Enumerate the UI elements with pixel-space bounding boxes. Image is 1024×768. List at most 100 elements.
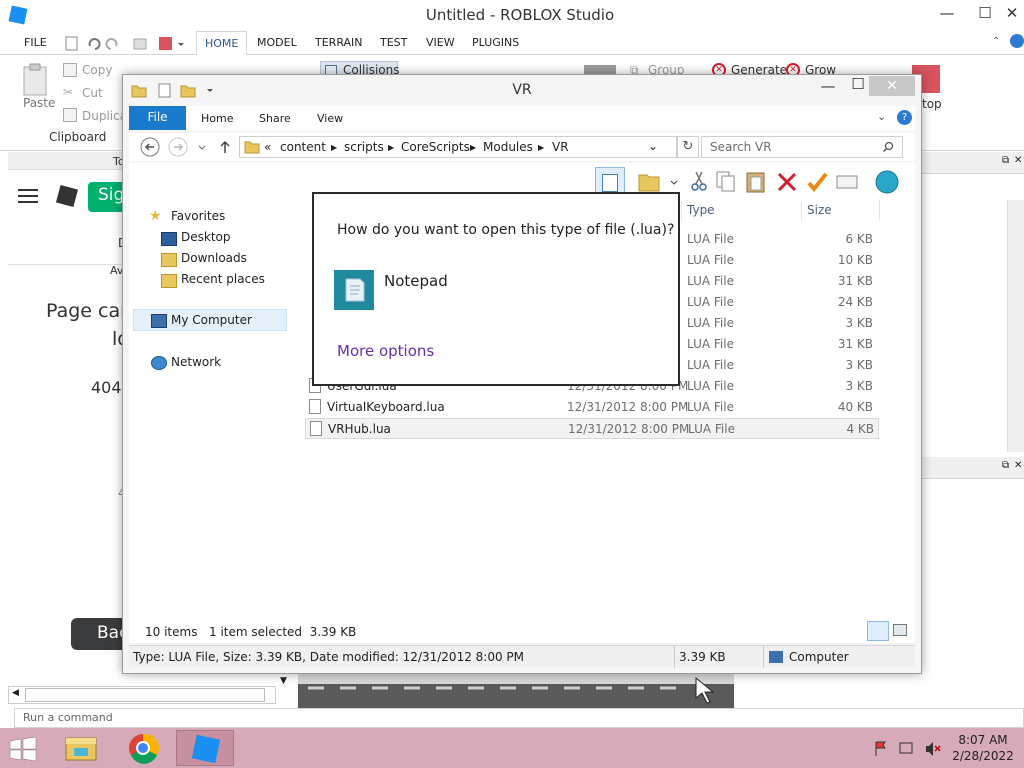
column-header-type[interactable]: Type xyxy=(687,203,715,217)
roblox-logo-icon[interactable] xyxy=(55,184,79,208)
tray-clock-date[interactable]: 2/28/2022 xyxy=(948,749,1018,763)
scroll-left-icon[interactable]: ◀ xyxy=(12,688,19,698)
horizontal-scrollbar[interactable]: ◀ xyxy=(8,686,276,704)
open-with-notepad-option[interactable]: Notepad xyxy=(334,268,664,310)
tab-model[interactable]: MODEL xyxy=(257,36,297,49)
command-bar[interactable]: Run a command xyxy=(14,708,1024,728)
breadcrumb-chevron-icon[interactable]: ▶ xyxy=(331,143,337,152)
action-center-flag-icon xyxy=(875,741,886,756)
dock-float-icon-2[interactable]: ⧉ xyxy=(1002,460,1009,471)
paste-icon[interactable] xyxy=(22,63,50,97)
breadcrumb-corescripts[interactable]: CoreScripts xyxy=(401,140,470,154)
breadcrumb-chevron-icon[interactable]: ▶ xyxy=(538,143,544,152)
explorer-tab-file[interactable]: File xyxy=(129,106,186,130)
more-options-link[interactable]: More options xyxy=(337,342,434,360)
column-separator xyxy=(879,199,880,221)
breadcrumb-scripts[interactable]: scripts xyxy=(344,140,384,154)
taskbar: 8:07 AM 2/28/2022 xyxy=(0,728,1024,768)
tab-home[interactable]: HOME xyxy=(196,31,248,56)
breadcrumb-chevron-icon[interactable]: ▶ xyxy=(470,143,476,152)
error-code: 404 xyxy=(91,378,122,397)
explorer-tab-home[interactable]: Home xyxy=(201,112,233,125)
copy-button[interactable]: Copy xyxy=(82,63,112,77)
explorer-tab-view[interactable]: View xyxy=(317,112,343,125)
up-arrow-icon xyxy=(220,140,230,153)
open-folder-icon xyxy=(638,174,660,192)
windows-start-icon[interactable] xyxy=(8,737,38,761)
tab-plugins[interactable]: PLUGINS xyxy=(472,36,519,49)
ribbon-help-icon[interactable]: ⌃ xyxy=(992,36,1000,47)
file-type: LUA File xyxy=(687,379,734,393)
navigation-pane: ★ Favorites Desktop Downloads Recent pla… xyxy=(129,199,289,619)
cut-button[interactable]: Cut xyxy=(82,86,103,100)
file-size: 3 KB xyxy=(845,316,873,330)
column-header-size[interactable]: Size xyxy=(807,203,832,217)
expand-ribbon-icon[interactable]: ⌄ xyxy=(877,110,886,123)
file-type: LUA File xyxy=(687,253,734,267)
large-icons-view-icon[interactable] xyxy=(893,624,907,636)
tab-test[interactable]: TEST xyxy=(380,36,407,49)
taskbar-file-explorer[interactable] xyxy=(52,730,110,766)
tray-clock-time[interactable]: 8:07 AM xyxy=(948,733,1018,747)
hamburger-menu-icon[interactable] xyxy=(18,189,38,203)
refresh-icon[interactable]: ↻ xyxy=(677,136,699,158)
help-icon[interactable] xyxy=(1010,34,1024,48)
file-size: 40 KB xyxy=(837,400,873,414)
scroll-down-icon[interactable]: ▼ xyxy=(280,676,287,686)
breadcrumb-content[interactable]: content xyxy=(280,140,326,154)
tab-terrain[interactable]: TERRAIN xyxy=(315,36,363,49)
explorer-help-icon[interactable]: ? xyxy=(897,110,912,125)
checkmark-icon xyxy=(807,172,828,193)
search-input[interactable]: Search VR xyxy=(701,136,903,158)
search-icon xyxy=(882,141,894,153)
open-with-dialog: How do you want to open this type of fil… xyxy=(312,192,680,386)
preview-pane-icon xyxy=(602,174,618,192)
studio-close-button[interactable]: ✕ xyxy=(993,0,1024,28)
address-bar[interactable]: « content ▶ scripts ▶ CoreScripts ▶ Modu… xyxy=(239,136,677,158)
breadcrumb-modules[interactable]: Modules xyxy=(483,140,533,154)
nav-my-computer[interactable]: My Computer xyxy=(171,313,252,327)
tab-file[interactable]: FILE xyxy=(24,36,47,49)
system-tray-icons xyxy=(875,741,941,756)
nav-recent-places[interactable]: Recent places xyxy=(181,272,265,286)
scroll-thumb[interactable] xyxy=(25,688,265,702)
open-with-question: How do you want to open this type of fil… xyxy=(337,222,675,238)
file-row-selected[interactable]: VRHub.lua 12/31/2012 8:00 PM LUA File 4 … xyxy=(305,418,879,439)
nav-favorites[interactable]: Favorites xyxy=(171,209,225,223)
notepad-label: Notepad xyxy=(384,272,448,290)
dock-float-icon[interactable]: ⧉ xyxy=(1002,155,1009,166)
notepad-icon xyxy=(334,270,374,310)
explorer-minimize-button[interactable]: — xyxy=(813,73,843,101)
file-type: LUA File xyxy=(687,358,734,372)
nav-network[interactable]: Network xyxy=(171,355,221,369)
status-divider xyxy=(674,646,675,668)
explorer-tab-share[interactable]: Share xyxy=(259,112,291,125)
studio-minimize-button[interactable]: — xyxy=(928,0,966,28)
toolbar-dropdown-icon xyxy=(670,180,678,185)
taskbar-chrome[interactable] xyxy=(114,730,172,766)
file-size: 3 KB xyxy=(845,379,873,393)
address-dropdown-icon[interactable]: ⌄ xyxy=(648,139,658,153)
explorer-ribbon: File Home Share View ⌄ ? xyxy=(129,106,915,130)
paste-button[interactable]: Paste xyxy=(23,96,55,110)
explorer-title: VR xyxy=(512,82,532,98)
file-row[interactable]: VirtualKeyboard.lua 12/31/2012 8:00 PM L… xyxy=(305,397,879,418)
breadcrumb-vr[interactable]: VR xyxy=(552,140,569,154)
dock-close-icon-2[interactable]: ✕ xyxy=(1014,460,1022,471)
command-bar-placeholder: Run a command xyxy=(23,711,113,724)
breadcrumb-overflow[interactable]: « xyxy=(264,140,271,154)
studio-window-title: Untitled - ROBLOX Studio xyxy=(425,6,615,24)
taskbar-roblox-studio[interactable] xyxy=(176,730,234,766)
explorer-close-button[interactable]: ✕ xyxy=(869,76,915,96)
item-count: 10 items xyxy=(145,625,198,639)
nav-desktop[interactable]: Desktop xyxy=(181,230,231,244)
details-view-icon[interactable] xyxy=(867,621,889,641)
dock-close-icon[interactable]: ✕ xyxy=(1014,155,1022,166)
explorer-footer: 10 items 1 item selected 3.39 KB xyxy=(129,619,915,643)
nav-downloads[interactable]: Downloads xyxy=(181,251,247,265)
status-location: Computer xyxy=(789,650,849,664)
right-dock-panels: ⧉ ✕ ⧉ ✕ xyxy=(920,152,1024,672)
dock-scrollbar-top[interactable] xyxy=(1007,200,1024,452)
breadcrumb-chevron-icon[interactable]: ▶ xyxy=(388,143,394,152)
tab-view[interactable]: VIEW xyxy=(426,36,455,49)
